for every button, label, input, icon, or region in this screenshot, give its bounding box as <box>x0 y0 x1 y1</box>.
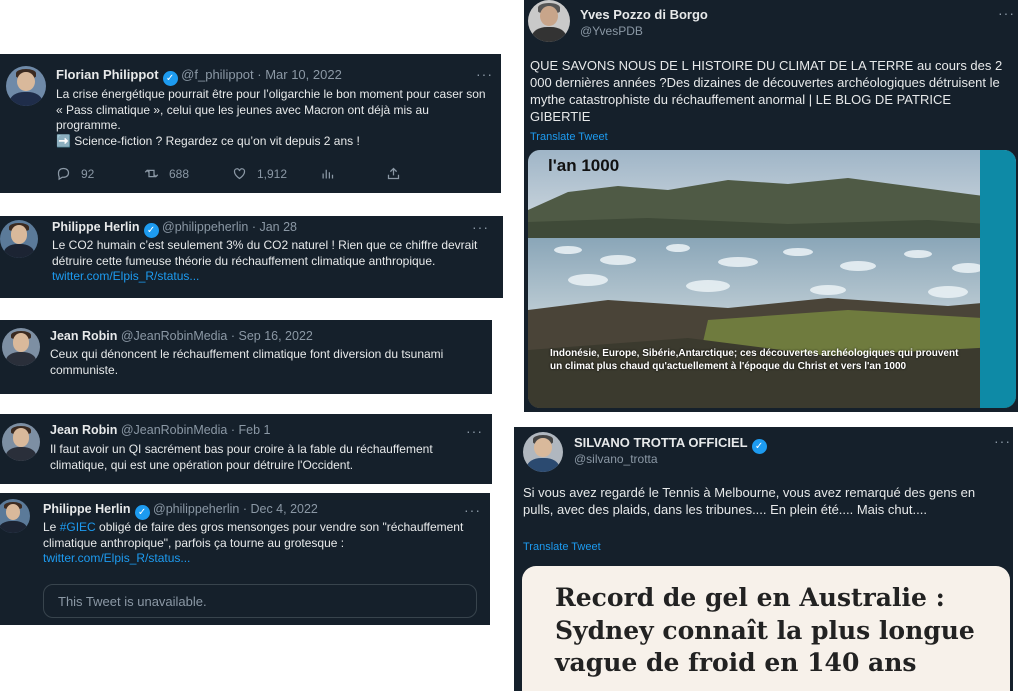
tweet-date[interactable]: · Dec 4, 2022 <box>243 502 318 516</box>
tweet-text: Il faut avoir un QI sacrément bas pour c… <box>50 442 433 472</box>
author-handle[interactable]: @philippeherlin <box>162 220 248 234</box>
tweet-date[interactable]: · Mar 10, 2022 <box>257 67 342 82</box>
reply-count: 92 <box>81 166 95 181</box>
arrow-emoji-icon: ➡️ <box>56 133 71 148</box>
reply-icon <box>57 167 70 181</box>
avatar[interactable] <box>2 423 40 461</box>
verified-icon: ✓ <box>162 71 178 86</box>
share-icon <box>387 167 400 180</box>
reply-button[interactable]: 92 <box>56 166 144 181</box>
avatar[interactable] <box>2 328 40 366</box>
hashtag-link[interactable]: #GIEC <box>60 520 96 534</box>
author-line: Philippe Herlin ✓ @philippeherlin · Jan 2… <box>52 220 297 238</box>
translate-tweet-link[interactable]: Translate Tweet <box>523 541 601 553</box>
tweet-card-herlin-1[interactable]: Philippe Herlin ✓ @philippeherlin · Jan 2… <box>0 216 503 298</box>
tweet-date[interactable]: · Feb 1 <box>231 423 271 437</box>
tweet-text: Le CO2 humain c’est seulement 3% du CO2 … <box>52 238 478 284</box>
avatar[interactable] <box>0 499 30 533</box>
like-count: 1,912 <box>257 166 288 181</box>
author-name[interactable]: Jean Robin <box>50 329 117 343</box>
share-button[interactable] <box>386 166 474 181</box>
author-handle[interactable]: @JeanRobinMedia <box>121 329 228 343</box>
more-icon[interactable]: ··· <box>998 5 1015 21</box>
more-icon[interactable]: ··· <box>466 423 483 439</box>
tweet-text: Ceux qui dénoncent le réchauffement clim… <box>50 347 444 377</box>
unavailable-quote: This Tweet is unavailable. <box>43 584 477 618</box>
tweet-date[interactable]: · Sep 16, 2022 <box>231 329 313 343</box>
more-icon[interactable]: ··· <box>464 502 481 518</box>
author-handle[interactable]: @philippeherlin <box>153 502 239 516</box>
verified-icon: ✓ <box>134 505 150 520</box>
avatar[interactable] <box>6 66 46 106</box>
verified-icon: ✓ <box>143 223 159 238</box>
more-icon[interactable]: ··· <box>476 66 493 82</box>
author-name[interactable]: Florian Philippot <box>56 67 159 82</box>
retweet-icon <box>144 169 159 178</box>
tweet-card-pozzo[interactable]: Yves Pozzo di Borgo @YvesPDB ··· QUE SAV… <box>524 0 1018 412</box>
retweet-count: 688 <box>169 166 190 181</box>
author-name[interactable]: Yves Pozzo di Borgo <box>580 7 708 22</box>
views-icon <box>322 169 334 179</box>
tweet-card-philippot[interactable]: Florian Philippot ✓ @f_philippot · Mar 10… <box>0 54 501 193</box>
retweet-button[interactable]: 688 <box>144 166 232 181</box>
avatar[interactable] <box>528 0 570 42</box>
author-line: Jean Robin @JeanRobinMedia · Sep 16, 202… <box>50 329 313 343</box>
author-name[interactable]: Jean Robin <box>50 423 117 437</box>
verified-icon: ✓ <box>751 439 767 454</box>
tweet-text: Si vous avez regardé le Tennis à Melbour… <box>523 485 976 517</box>
tweet-card-robin-1[interactable]: Jean Robin @JeanRobinMedia · Sep 16, 202… <box>0 320 492 394</box>
author-handle[interactable]: @silvano_trotta <box>574 452 658 466</box>
image-caption: Indonésie, Europe, Sibérie,Antarctique; … <box>550 348 959 372</box>
author-handle[interactable]: @f_philippot <box>181 67 253 82</box>
tweet-text: Le #GIEC obligé de faire des gros menson… <box>43 520 464 566</box>
tweet-actions: 92 688 1,912 <box>56 166 474 181</box>
author-line: Philippe Herlin ✓ @philippeherlin · Dec 4… <box>43 502 318 520</box>
views-button[interactable] <box>320 166 386 181</box>
article-headline: Record de gel en Australie : Sydney conn… <box>555 583 975 677</box>
author-name[interactable]: SILVANO TROTTA OFFICIEL <box>574 435 748 450</box>
tweet-card-robin-2[interactable]: Jean Robin @JeanRobinMedia · Feb 1 ··· I… <box>0 414 492 484</box>
tweet-link[interactable]: twitter.com/Elpis_R/status... <box>43 551 190 565</box>
author-handle[interactable]: @JeanRobinMedia <box>121 423 228 437</box>
tweet-text: QUE SAVONS NOUS DE L HISTOIRE DU CLIMAT … <box>530 58 1003 124</box>
more-icon[interactable]: ··· <box>994 433 1011 449</box>
image-title: l'an 1000 <box>548 156 620 175</box>
like-button[interactable]: 1,912 <box>232 166 320 181</box>
tweet-card-trotta[interactable]: SILVANO TROTTA OFFICIEL ✓ @silvano_trotta… <box>514 427 1013 691</box>
author-handle[interactable]: @YvesPDB <box>580 24 643 38</box>
tweet-image[interactable]: l'an 1000 Indonésie, Europe, Sibérie,Ant… <box>528 150 1016 408</box>
unavailable-text: This Tweet is unavailable. <box>58 593 207 609</box>
tweet-date[interactable]: · Jan 28 <box>252 220 297 234</box>
author-name[interactable]: Philippe Herlin <box>43 502 131 516</box>
author-line: Jean Robin @JeanRobinMedia · Feb 1 <box>50 423 270 437</box>
avatar[interactable] <box>0 220 38 258</box>
tweet-card-herlin-2[interactable]: Philippe Herlin ✓ @philippeherlin · Dec 4… <box>0 493 490 625</box>
heart-icon <box>233 168 246 180</box>
tweet-link[interactable]: twitter.com/Elpis_R/status... <box>52 269 199 283</box>
author-name[interactable]: Philippe Herlin <box>52 220 140 234</box>
more-icon[interactable]: ··· <box>472 219 489 235</box>
tweet-text: La crise énergétique pourrait être pour … <box>56 87 486 148</box>
translate-tweet-link[interactable]: Translate Tweet <box>530 131 608 143</box>
article-card[interactable]: Record de gel en Australie : Sydney conn… <box>522 566 1010 691</box>
avatar[interactable] <box>523 432 563 472</box>
author-line: Florian Philippot ✓ @f_philippot · Mar 10… <box>56 67 342 86</box>
